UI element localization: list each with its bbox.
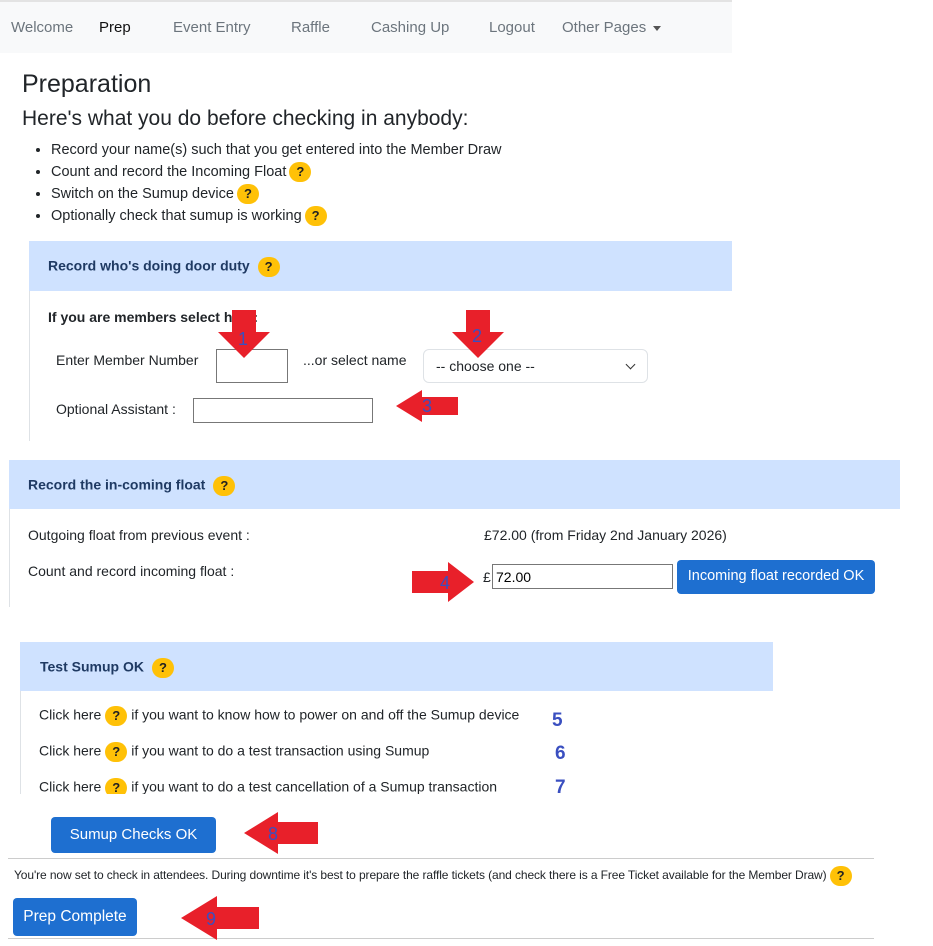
annotation-number-7: 7 xyxy=(555,777,566,798)
sumup-test-text: if you want to know how to power on and … xyxy=(131,706,520,723)
help-icon[interactable]: ? xyxy=(257,257,280,277)
help-icon[interactable]: ? xyxy=(213,476,236,496)
door-duty-title: Record who's doing door duty xyxy=(48,257,250,274)
member-name-select-value: -- choose one -- xyxy=(436,358,535,374)
list-item: Optionally check that sumup is working? xyxy=(51,206,502,228)
help-icon[interactable]: ? xyxy=(829,866,852,886)
sumup-test-text: if you want to do a test transaction usi… xyxy=(131,742,430,759)
prep-complete-button[interactable]: Prep Complete xyxy=(13,898,137,936)
outgoing-float-label: Outgoing float from previous event : xyxy=(28,527,250,543)
page-title: Preparation xyxy=(22,70,152,98)
assistant-input[interactable] xyxy=(193,398,373,423)
annotation-arrow-down-1: 1 xyxy=(218,310,270,358)
annotation-label: 8 xyxy=(268,824,278,844)
annotation-number-6: 6 xyxy=(555,743,566,764)
help-icon[interactable]: ? xyxy=(105,706,128,726)
step-text: Record your name(s) such that you get en… xyxy=(51,142,502,158)
click-here-text: Click here xyxy=(39,742,102,759)
prep-steps-list: Record your name(s) such that you get en… xyxy=(22,140,502,228)
step-text: Switch on the Sumup device xyxy=(51,186,234,202)
sumup-test-row: Click here? if you want to do a test tran… xyxy=(39,742,429,762)
annotation-arrow-left-3: 3 xyxy=(396,390,458,422)
sumup-test-text: if you want to do a test cancellation of… xyxy=(131,778,498,794)
click-here-text: Click here xyxy=(39,778,102,794)
list-item: Count and record the Incoming Float? xyxy=(51,162,502,184)
nav-event-entry[interactable]: Event Entry xyxy=(173,19,251,36)
annotation-label: 1 xyxy=(238,329,248,349)
annotation-arrow-right-4: 4 xyxy=(412,562,474,602)
help-icon[interactable]: ? xyxy=(151,658,174,678)
nav-welcome[interactable]: Welcome xyxy=(11,19,73,36)
nav-raffle[interactable]: Raffle xyxy=(291,19,330,36)
click-here-text: Click here xyxy=(39,706,102,723)
list-item: Switch on the Sumup device? xyxy=(51,184,502,206)
step-text: Optionally check that sumup is working xyxy=(51,208,302,224)
final-message-row: You're now set to check in attendees. Du… xyxy=(14,866,852,886)
member-number-label: Enter Member Number xyxy=(56,352,199,368)
annotation-arrow-left-9: 9 xyxy=(181,896,259,940)
sumup-title: Test Sumup OK xyxy=(40,658,144,675)
page-subtitle: Here's what you do before checking in an… xyxy=(22,107,469,130)
help-icon[interactable]: ? xyxy=(289,162,312,183)
sumup-checks-ok-button[interactable]: Sumup Checks OK xyxy=(51,817,216,853)
annotation-label: 2 xyxy=(472,326,482,346)
or-select-name-label: ...or select name xyxy=(303,352,407,368)
assistant-label: Optional Assistant : xyxy=(56,401,176,417)
currency-symbol: £ xyxy=(483,569,491,585)
incoming-float-input[interactable] xyxy=(492,564,673,589)
help-icon[interactable]: ? xyxy=(304,206,327,227)
list-item: Record your name(s) such that you get en… xyxy=(51,140,502,162)
step-text: Count and record the Incoming Float xyxy=(51,164,287,180)
float-card-header: Record the in-coming float? xyxy=(9,460,900,509)
sumup-test-row: Click here? if you want to know how to po… xyxy=(39,706,519,726)
nav-other-pages-dropdown[interactable]: Other Pages xyxy=(562,19,662,36)
nav-other-pages-label: Other Pages xyxy=(562,19,647,36)
help-icon[interactable]: ? xyxy=(236,184,259,205)
annotation-arrow-down-2: 2 xyxy=(452,310,504,358)
nav-logout[interactable]: Logout xyxy=(489,19,535,36)
help-icon[interactable]: ? xyxy=(105,742,128,762)
sumup-card-header: Test Sumup OK? xyxy=(20,642,773,691)
divider xyxy=(8,938,874,939)
annotation-label: 3 xyxy=(422,396,432,416)
outgoing-float-value: £72.00 (from Friday 2nd January 2026) xyxy=(484,527,727,543)
incoming-float-label: Count and record incoming float : xyxy=(28,563,235,579)
divider xyxy=(8,858,874,859)
chevron-down-icon xyxy=(625,359,636,370)
annotation-label: 9 xyxy=(206,909,216,929)
door-duty-card-header: Record who's doing door duty? xyxy=(29,241,732,291)
annotation-number-5: 5 xyxy=(552,710,563,731)
incoming-float-recorded-button[interactable]: Incoming float recorded OK xyxy=(677,560,875,594)
nav-prep[interactable]: Prep xyxy=(99,19,131,36)
annotation-arrow-left-8: 8 xyxy=(244,812,318,854)
caret-down-icon xyxy=(653,25,662,31)
annotation-label: 4 xyxy=(440,573,450,593)
nav-cashing-up[interactable]: Cashing Up xyxy=(371,19,449,36)
float-title: Record the in-coming float xyxy=(28,476,206,493)
final-message: You're now set to check in attendees. Du… xyxy=(14,868,827,883)
top-navbar: Welcome Prep Event Entry Raffle Cashing … xyxy=(0,0,732,53)
sumup-test-row: Click here? if you want to do a test canc… xyxy=(39,778,497,794)
help-icon[interactable]: ? xyxy=(105,778,128,794)
